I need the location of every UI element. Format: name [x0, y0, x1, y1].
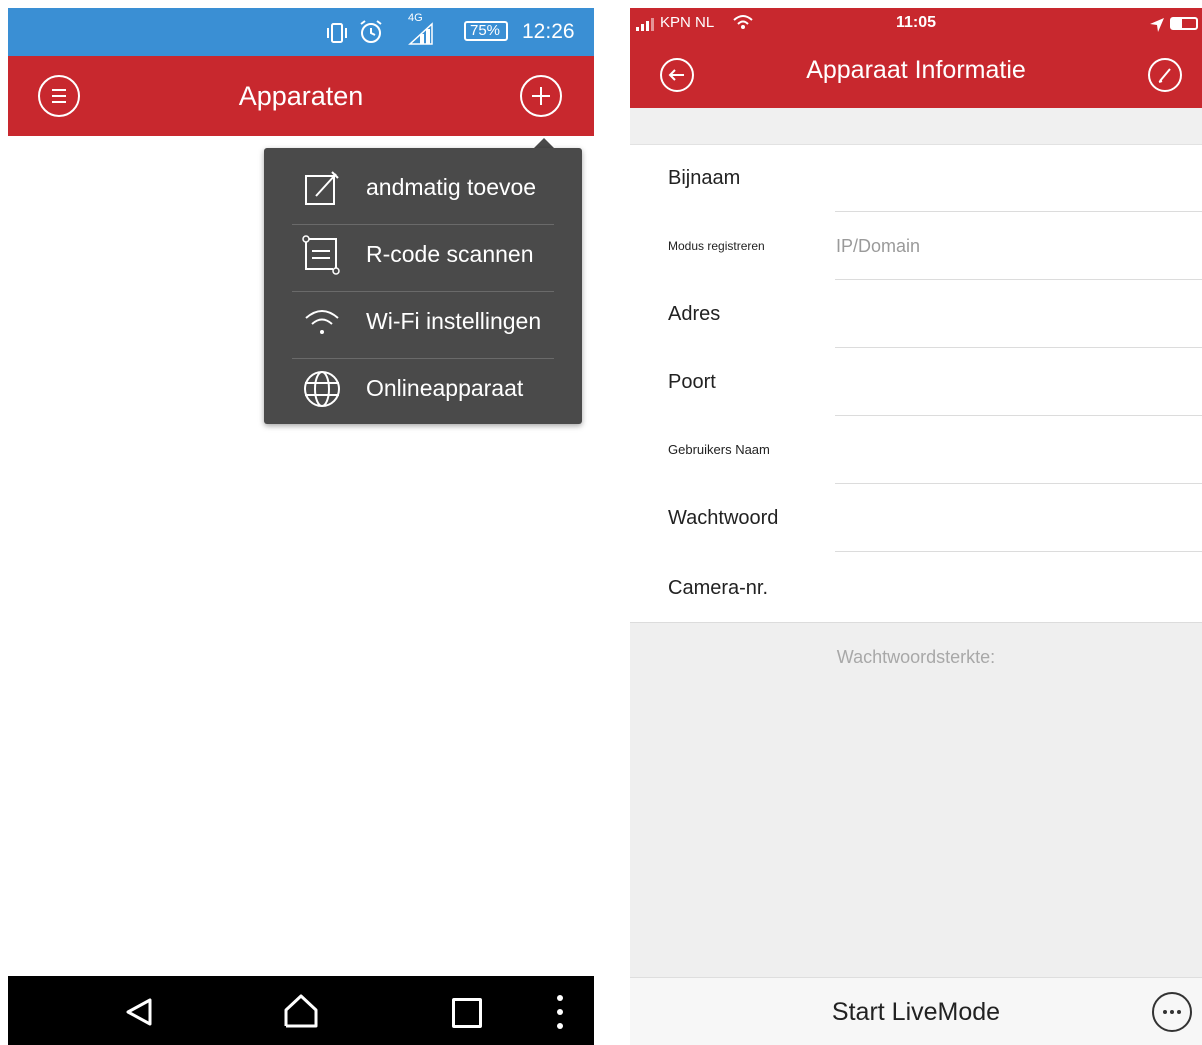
menu-item-label: Onlineapparaat	[366, 375, 524, 401]
ios-screen: KPN NL 11:05 Apparaat Informatie Bijnaam…	[630, 8, 1202, 1045]
field-label: Modus registreren	[668, 239, 765, 253]
menu-button[interactable]	[38, 75, 80, 117]
menu-item-label: Wi-Fi instellingen	[366, 308, 542, 334]
menu-item-label: R-code scannen	[366, 241, 534, 267]
wifi-icon	[305, 310, 339, 334]
header: KPN NL 11:05 Apparaat Informatie	[630, 8, 1202, 108]
field-label: Bijnaam	[668, 167, 741, 189]
globe-icon	[304, 371, 340, 407]
bottom-bar: Start LiveMode	[630, 977, 1202, 1045]
field-label: Gebruikers Naam	[668, 442, 770, 457]
section-spacer	[630, 108, 1202, 145]
popup-arrow	[534, 138, 554, 148]
field-username[interactable]: Gebruikers Naam	[630, 416, 1202, 484]
vibrate-icon	[327, 23, 347, 43]
home-icon[interactable]	[282, 992, 320, 1030]
start-livemode-button[interactable]: Start LiveMode	[630, 978, 1202, 1045]
pencil-circle-icon	[1158, 68, 1171, 83]
hamburger-circle-icon	[52, 89, 66, 103]
menu-item-label: andmatig toevoe	[366, 174, 537, 200]
add-device-menu: andmatig toevoe R-code scannen Wi-Fi ins…	[264, 148, 582, 424]
field-camera-number[interactable]: Camera-nr.	[630, 554, 1202, 622]
edit-button[interactable]	[1148, 58, 1182, 92]
status-time: 12:26	[522, 20, 575, 43]
android-screen: 4G 75% 12:26 Apparaten andmatig toevoe R…	[8, 8, 594, 1045]
password-strength-section: Wachtwoordsterkte:	[630, 622, 1202, 978]
plus-circle-icon	[532, 87, 550, 105]
field-label: Camera-nr.	[668, 577, 769, 599]
field-address[interactable]: Adres	[630, 280, 1202, 348]
field-nickname[interactable]: Bijnaam	[630, 144, 1202, 212]
more-button[interactable]	[1152, 992, 1192, 1032]
qr-scan-icon	[302, 235, 340, 275]
menu-item-online-device[interactable]: Onlineapparaat	[264, 355, 582, 422]
page-title: Apparaten	[238, 81, 364, 111]
field-register-mode[interactable]: Modus registreren IP/Domain	[630, 212, 1202, 280]
page-title: Apparaat Informatie	[806, 56, 1026, 84]
battery-icon	[1170, 17, 1198, 30]
back-icon[interactable]	[122, 994, 158, 1030]
menu-item-manual-add[interactable]: andmatig toevoe	[264, 154, 582, 221]
field-password[interactable]: Wachtwoord	[630, 484, 1202, 552]
overflow-icon[interactable]	[552, 992, 568, 1032]
menu-item-wifi-settings[interactable]: Wi-Fi instellingen	[264, 288, 582, 355]
divider	[835, 551, 1202, 552]
recents-icon[interactable]	[452, 998, 482, 1028]
field-value: IP/Domain	[836, 236, 921, 256]
field-port[interactable]: Poort	[630, 348, 1202, 416]
status-bar: 4G 75% 12:26	[8, 8, 594, 56]
menu-item-qr-scan[interactable]: R-code scannen	[264, 221, 582, 288]
field-label: Wachtwoord	[668, 507, 779, 529]
password-strength-label: Wachtwoordsterkte:	[836, 647, 996, 667]
add-device-button[interactable]	[520, 75, 562, 117]
navigation-bar	[8, 976, 594, 1045]
status-time: 11:05	[895, 14, 937, 31]
battery-level: 75%	[470, 22, 501, 39]
edit-icon	[305, 171, 339, 205]
app-bar: Apparaten	[8, 56, 594, 136]
field-label: Adres	[668, 303, 721, 325]
signal-icon	[408, 22, 433, 45]
more-circle-icon	[1163, 1010, 1181, 1014]
alarm-icon	[360, 20, 382, 43]
field-label: Poort	[668, 371, 716, 393]
location-icon	[1150, 18, 1164, 32]
